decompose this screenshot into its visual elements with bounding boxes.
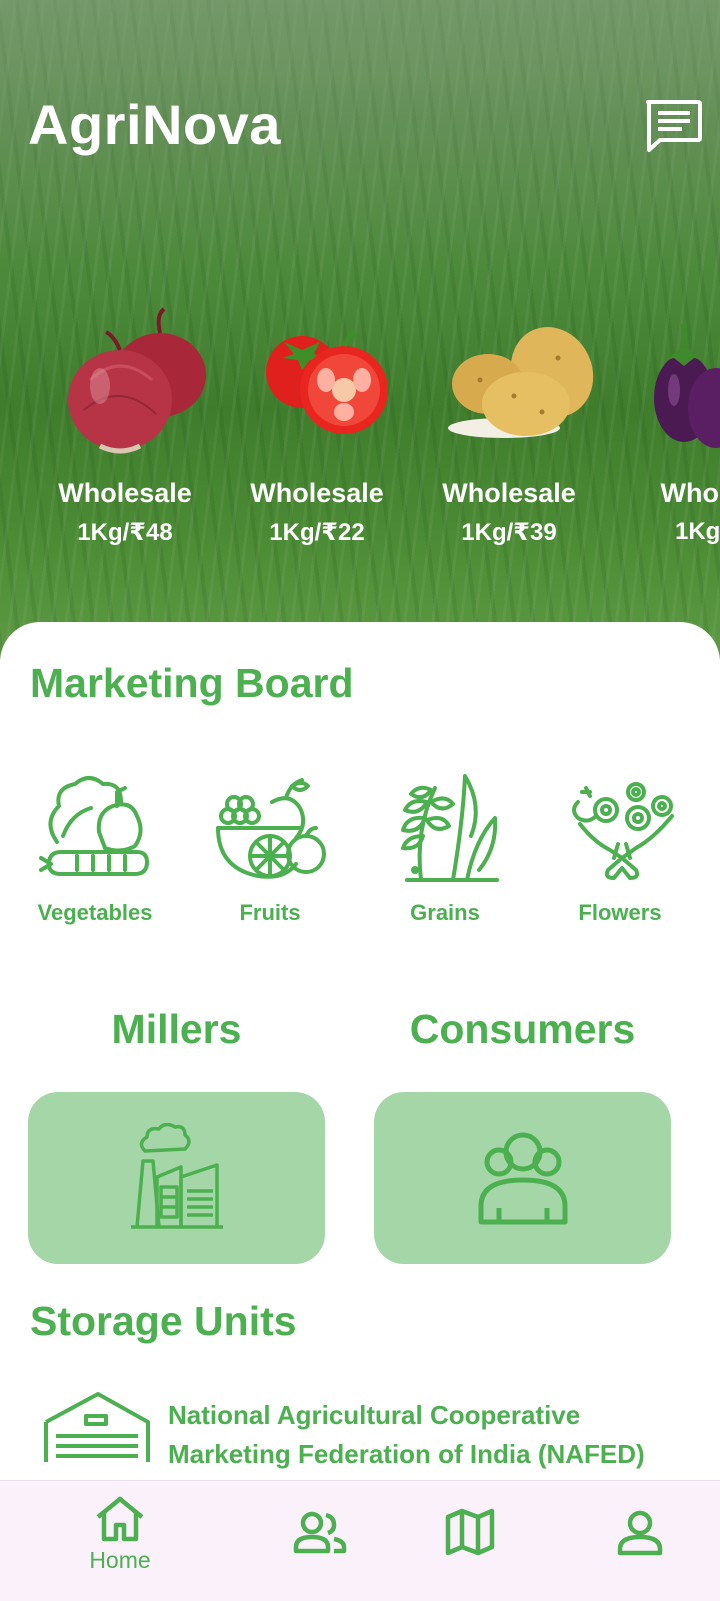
nav-home[interactable]: Home [60,1495,180,1585]
hero-banner: AgriNova Wholesale 1Kg/₹48 Wholesale 1Kg… [0,0,720,660]
product-price: 1Kg/₹48 [77,519,173,546]
product-label: Wholesale [442,478,576,508]
category-label: Vegetables [37,900,153,925]
app-title: AgriNova [28,93,281,156]
product-label: Whole [660,478,720,508]
main-card: Marketing Board Vegetables Fruits Grains… [0,622,720,1600]
fruits-icon [216,778,326,879]
product-label: Wholesale [250,478,384,508]
product-label: Wholesale [58,478,192,508]
category-label: Flowers [578,900,662,925]
brinjal-image [654,324,720,448]
category-label: Grains [410,900,480,925]
product-card-onion[interactable]: Wholesale 1Kg/₹48 [30,300,210,560]
nav-label: Home [89,1547,151,1573]
category-grains[interactable]: Grains [360,772,530,932]
people-group-icon [478,1132,567,1225]
nav-map[interactable] [410,1495,530,1585]
tomato-image [266,327,388,434]
people-icon [293,1511,347,1554]
potato-image [448,327,594,438]
consumers-button[interactable] [374,1092,671,1264]
product-carousel[interactable]: Wholesale 1Kg/₹48 Wholesale 1Kg/₹22 Whol… [0,300,720,560]
millers-button[interactable] [28,1092,325,1264]
map-icon [445,1508,495,1556]
profile-icon [617,1510,663,1556]
factory-icon [130,1123,223,1229]
marketing-board-title: Marketing Board [30,660,354,706]
product-price: 1Kg/ [674,518,720,545]
chat-icon[interactable] [644,98,702,154]
product-price: 1Kg/₹22 [269,519,365,546]
nav-people[interactable] [260,1495,380,1585]
millers-title: Millers [111,1006,242,1052]
home-icon [96,1496,144,1542]
category-flowers[interactable]: Flowers [535,772,705,932]
storage-units-title: Storage Units [30,1298,297,1344]
product-card-tomato[interactable]: Wholesale 1Kg/₹22 [222,300,402,560]
product-card-potato[interactable]: Wholesale 1Kg/₹39 [414,300,594,560]
product-card-brinjal[interactable]: Whole 1Kg/ [606,300,720,560]
category-fruits[interactable]: Fruits [185,772,355,932]
storage-item[interactable]: National Agricultural Cooperative Market… [42,1392,702,1469]
category-vegetables[interactable]: Vegetables [10,772,180,932]
vegetables-icon [39,776,149,876]
nav-profile[interactable] [580,1495,700,1585]
consumers-title: Consumers [409,1006,636,1052]
grains-icon [401,774,499,882]
product-price: 1Kg/₹39 [461,519,557,546]
category-label: Fruits [239,900,301,925]
flowers-icon [572,782,674,880]
onion-image [68,307,206,454]
warehouse-icon [44,1392,150,1466]
storage-item-name: National Agricultural Cooperative Market… [168,1400,645,1469]
bottom-nav: Home [0,1480,720,1601]
